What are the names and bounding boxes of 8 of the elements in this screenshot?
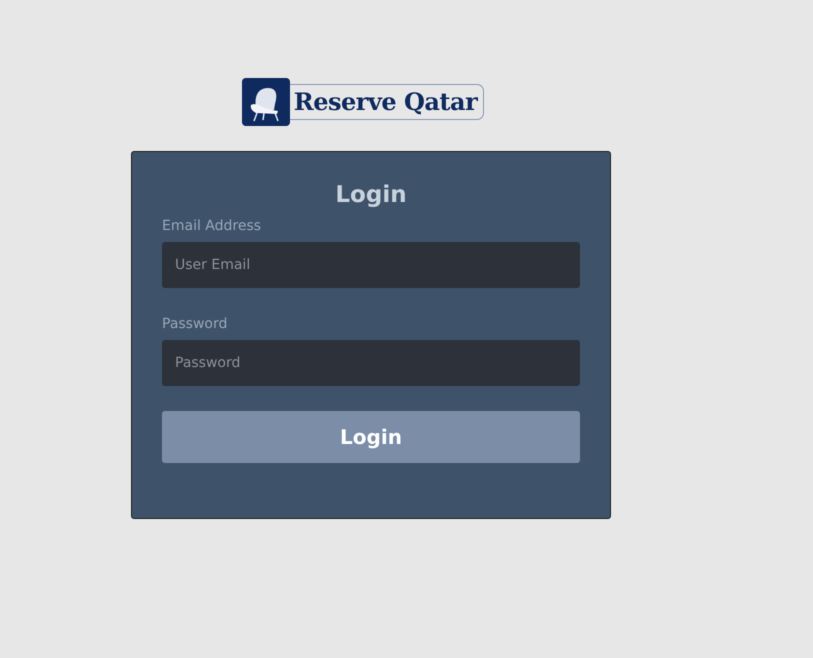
login-button[interactable]: Login (162, 411, 580, 463)
password-field[interactable]: Password (162, 340, 580, 386)
brand-name: Reserve Qatar (290, 84, 484, 120)
chair-logo-icon (242, 78, 290, 126)
field-label: Email Address (162, 218, 262, 234)
email-field[interactable]: User Email (162, 242, 580, 288)
field-label: Password (162, 316, 228, 332)
form-title: Login (334, 182, 408, 208)
